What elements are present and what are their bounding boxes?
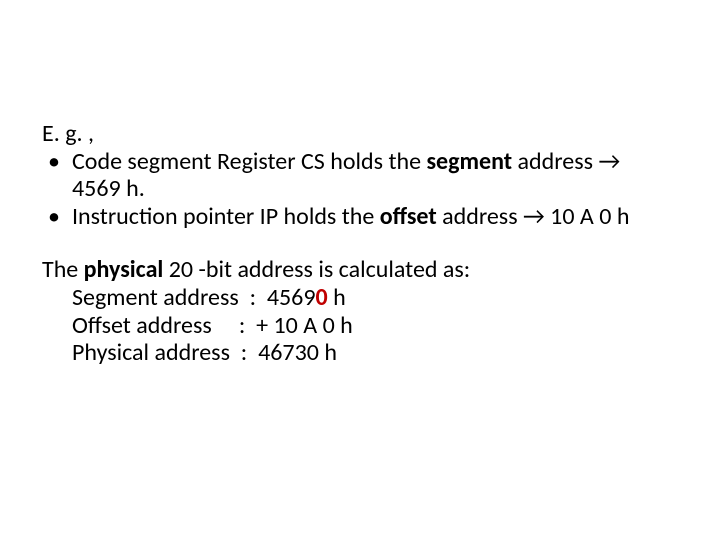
calc-intro: The physical 20 -bit address is calculat…	[42, 256, 660, 284]
text: Segment address : 4569	[72, 283, 316, 312]
bold-segment: segment	[426, 147, 512, 176]
text: Code segment Register CS holds the	[72, 147, 426, 176]
bold-offset: offset	[380, 202, 437, 231]
text: address	[437, 202, 523, 231]
text: 10 A 0 h	[545, 202, 630, 231]
segment-address-line: Segment address : 45690 h	[42, 284, 660, 312]
bullet-list: Code segment Register CS holds the segme…	[42, 148, 660, 231]
text: The	[42, 255, 84, 284]
offset-address-line: Offset address : + 10 A 0 h	[42, 312, 660, 340]
text: 4569 h.	[72, 174, 145, 203]
spacer	[42, 230, 660, 256]
arrow-icon: →	[598, 147, 620, 176]
bold-physical: physical	[84, 255, 164, 284]
arrow-icon: →	[523, 202, 545, 231]
slide: E. g. , Code segment Register CS holds t…	[0, 0, 720, 540]
text: Instruction pointer IP holds the	[72, 202, 380, 231]
appended-zero: 0	[316, 283, 328, 312]
bullet-cs: Code segment Register CS holds the segme…	[42, 148, 660, 203]
text: 20 -bit address is calculated as:	[163, 255, 470, 284]
physical-address-line: Physical address : 46730 h	[42, 339, 660, 367]
example-label: E. g. ,	[42, 120, 660, 148]
calculation-block: The physical 20 -bit address is calculat…	[42, 256, 660, 366]
bullet-ip: Instruction pointer IP holds the offset …	[42, 203, 660, 231]
text: h	[328, 283, 346, 312]
text: address	[512, 147, 598, 176]
